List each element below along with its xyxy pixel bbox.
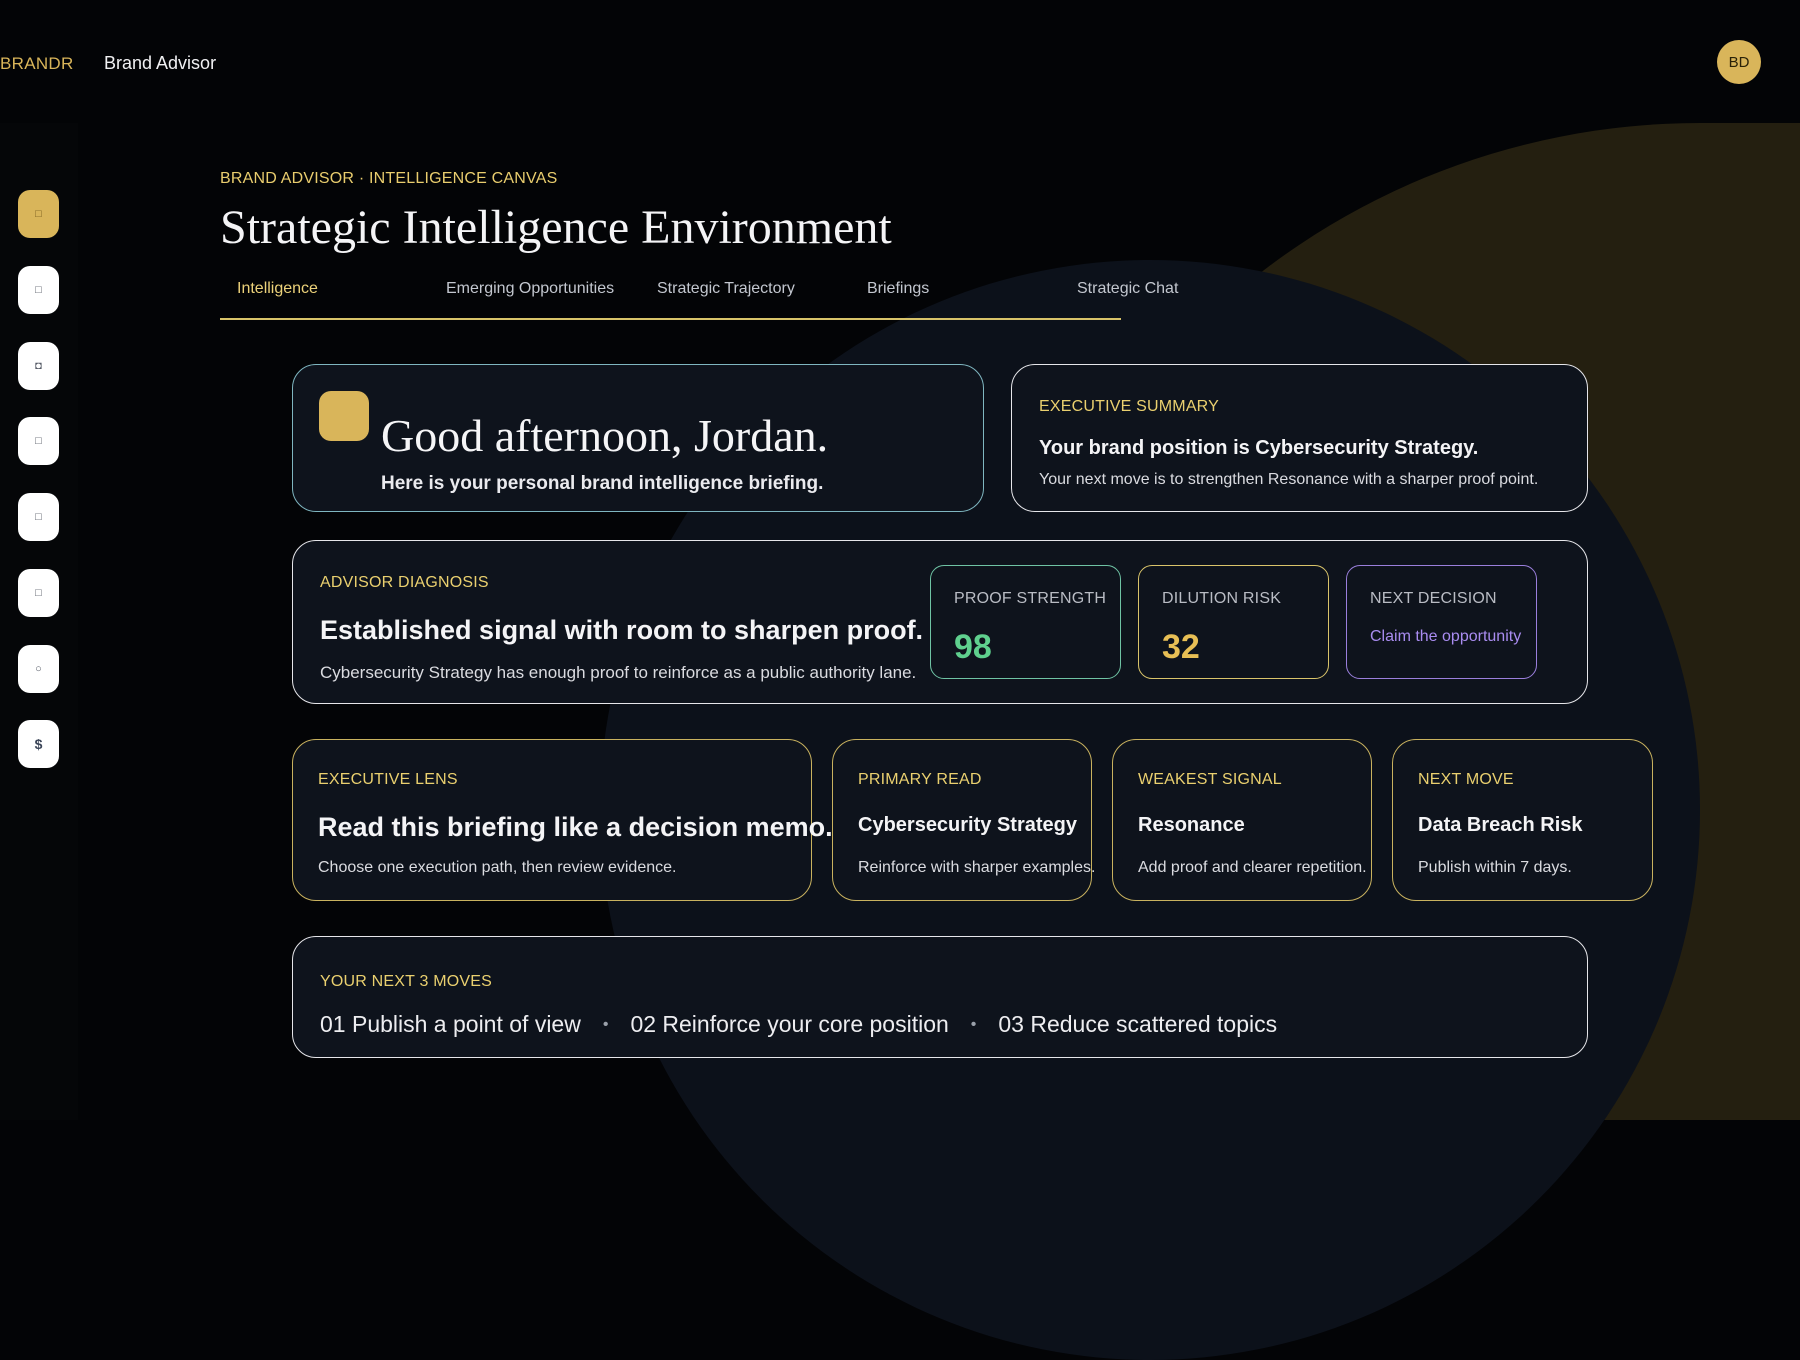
top-bar <box>0 0 1800 123</box>
next-move-item[interactable]: 03 Reduce scattered topics <box>998 1011 1277 1037</box>
grid-icon[interactable]: ◘ <box>18 342 59 390</box>
diagnosis-headline: Established signal with room to sharpen … <box>320 615 924 645</box>
greeting-card: Good afternoon, Jordan. Here is your per… <box>292 364 984 512</box>
brand-logo[interactable]: BRANDR <box>0 54 74 74</box>
proof-strength-value: 98 <box>954 628 992 666</box>
target-icon[interactable]: □ <box>18 569 59 617</box>
tab-bar: Intelligence Emerging Opportunities Stra… <box>220 270 1178 320</box>
next-move-eyebrow: NEXT MOVE <box>1418 771 1514 788</box>
page-eyebrow: BRAND ADVISOR · INTELLIGENCE CANVAS <box>220 170 558 187</box>
lens-eyebrow: EXECUTIVE LENS <box>318 771 458 788</box>
next-decision-metric[interactable]: NEXT DECISION Claim the opportunity <box>1346 565 1537 679</box>
tab-briefings[interactable]: Briefings <box>867 280 929 298</box>
advisor-badge-icon <box>319 391 369 441</box>
greeting-title: Good afternoon, Jordan. <box>381 410 829 461</box>
primary-read-headline: Cybersecurity Strategy <box>858 814 1077 836</box>
next-move-body: Publish within 7 days. <box>1418 859 1572 876</box>
next-moves-list: 01 Publish a point of view • 02 Reinforce … <box>320 1011 1277 1038</box>
proof-strength-label: PROOF STRENGTH <box>954 590 1107 607</box>
home-icon[interactable]: □ <box>18 190 59 238</box>
tab-strategic-chat[interactable]: Strategic Chat <box>1077 280 1178 298</box>
separator-dot: • <box>602 1016 609 1033</box>
next-move-item[interactable]: 02 Reinforce your core position <box>630 1011 948 1037</box>
dilution-risk-label: DILUTION RISK <box>1162 590 1282 607</box>
next-move-item[interactable]: 01 Publish a point of view <box>320 1011 581 1037</box>
next-moves-card: YOUR NEXT 3 MOVES 01 Publish a point of … <box>292 936 1588 1058</box>
product-name: Brand Advisor <box>104 53 217 73</box>
tab-strategic-trajectory[interactable]: Strategic Trajectory <box>657 280 795 298</box>
primary-read-body: Reinforce with sharper examples. <box>858 859 1096 876</box>
executive-lens-card: EXECUTIVE LENS Read this briefing like a… <box>292 739 833 901</box>
chart-icon[interactable]: □ <box>18 493 59 541</box>
diagnosis-body: Cybersecurity Strategy has enough proof … <box>320 663 917 682</box>
avatar[interactable]: BD <box>1717 40 1761 84</box>
diagnosis-eyebrow: ADVISOR DIAGNOSIS <box>320 574 489 591</box>
next-move-card: NEXT MOVE Data Breach Risk Publish withi… <box>1392 739 1653 901</box>
weakest-signal-eyebrow: WEAKEST SIGNAL <box>1138 771 1282 788</box>
page-title: Strategic Intelligence Environment <box>220 201 892 254</box>
proof-strength-metric: PROOF STRENGTH 98 <box>930 565 1121 679</box>
executive-summary-card: EXECUTIVE SUMMARY Your brand position is… <box>1011 364 1588 512</box>
dollar-icon[interactable]: $ <box>18 720 59 768</box>
tab-intelligence[interactable]: Intelligence <box>237 280 318 298</box>
executive-summary-body: Your next move is to strengthen Resonanc… <box>1039 471 1539 488</box>
weakest-signal-body: Add proof and clearer repetition. <box>1138 859 1367 876</box>
primary-read-eyebrow: PRIMARY READ <box>858 771 982 788</box>
dilution-risk-value: 32 <box>1162 628 1200 666</box>
weakest-signal-card: WEAKEST SIGNAL Resonance Add proof and c… <box>1112 739 1372 901</box>
weakest-signal-headline: Resonance <box>1138 814 1245 836</box>
executive-summary-headline: Your brand position is Cybersecurity Str… <box>1039 437 1479 459</box>
next-decision-link[interactable]: Claim the opportunity <box>1370 628 1521 646</box>
lens-headline: Read this briefing like a decision memo. <box>318 812 833 842</box>
greeting-subtitle: Here is your personal brand intelligence… <box>381 473 824 494</box>
tab-emerging-opportunities[interactable]: Emerging Opportunities <box>446 280 614 298</box>
primary-read-card: PRIMARY READ Cybersecurity Strategy Rein… <box>832 739 1096 901</box>
pulse-icon[interactable]: □ <box>18 266 59 314</box>
next-decision-label: NEXT DECISION <box>1370 590 1497 607</box>
settings-icon[interactable]: ○ <box>18 645 59 693</box>
next-move-headline: Data Breach Risk <box>1418 814 1583 836</box>
next-moves-eyebrow: YOUR NEXT 3 MOVES <box>320 973 493 990</box>
document-icon[interactable]: □ <box>18 417 59 465</box>
advisor-diagnosis-card: ADVISOR DIAGNOSIS Established signal wit… <box>292 540 1588 704</box>
lens-body: Choose one execution path, then review e… <box>318 859 677 876</box>
executive-summary-eyebrow: EXECUTIVE SUMMARY <box>1039 398 1220 415</box>
separator-dot: • <box>970 1016 977 1033</box>
dilution-risk-metric: DILUTION RISK 32 <box>1138 565 1329 679</box>
